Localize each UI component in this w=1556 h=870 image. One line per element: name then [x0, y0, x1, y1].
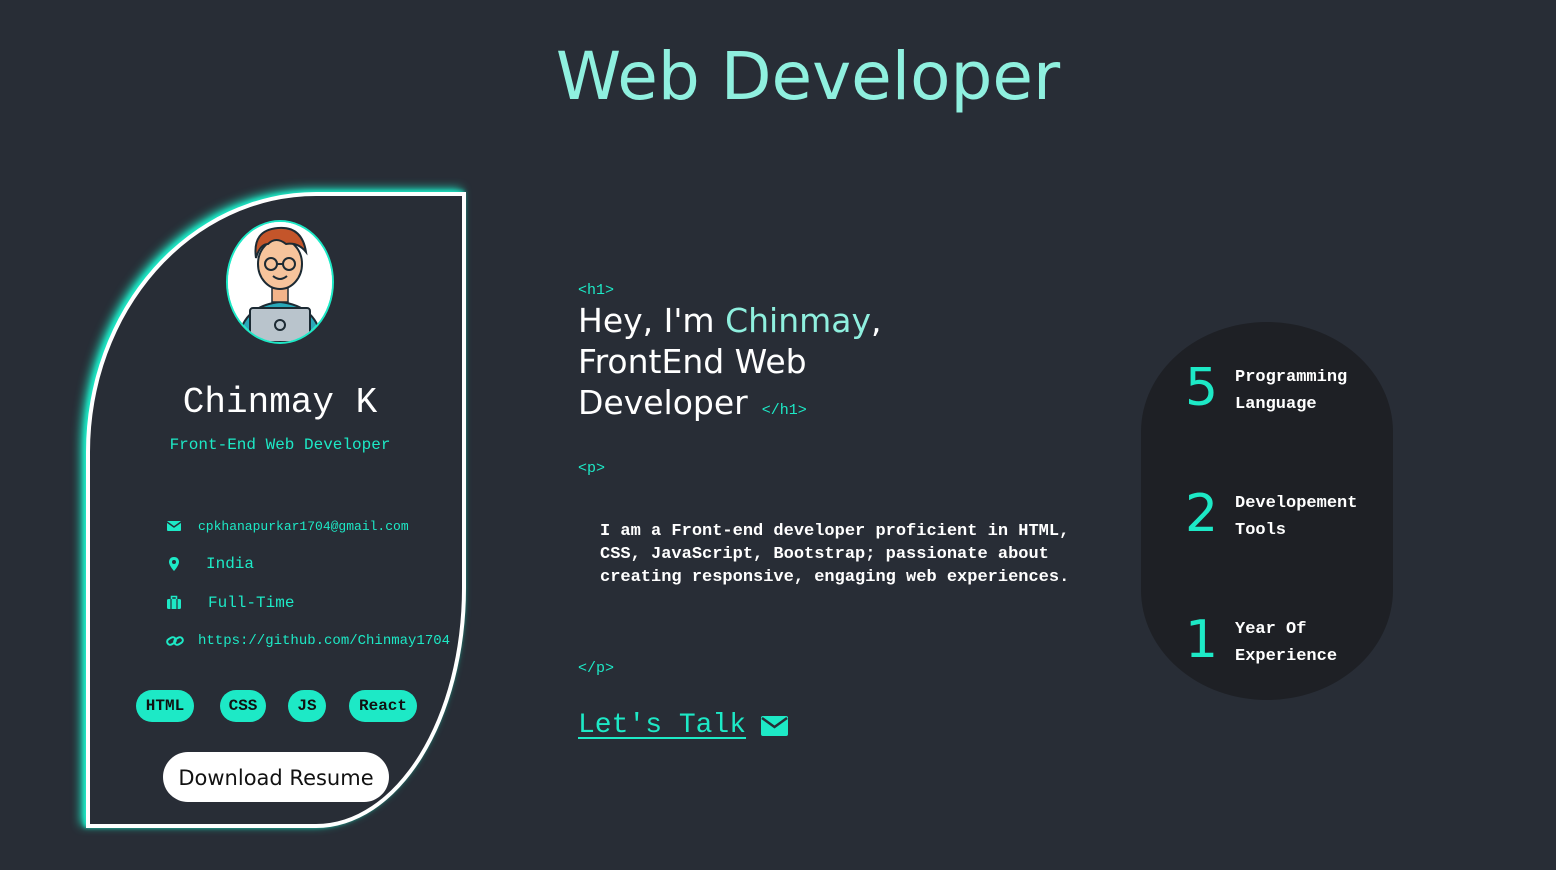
job-type-text: Full-Time: [208, 594, 295, 612]
stat-value: 2: [1185, 484, 1219, 544]
hero-line-3: Developer: [578, 383, 748, 422]
skill-badge-js: JS: [288, 690, 326, 722]
hero-line-2: FrontEnd Web: [578, 342, 807, 381]
hero-greeting: Hey, I'm: [578, 301, 726, 340]
stats-panel: 5 Programming Language 2 Developement To…: [1141, 322, 1393, 700]
hero-heading: Hey, I'm Chinmay, FrontEnd Web Developer…: [578, 300, 998, 431]
stat-label: Programming: [1235, 368, 1348, 387]
hero-name: Chinmay: [725, 301, 872, 340]
envelope-icon: [166, 518, 182, 534]
lets-talk-link[interactable]: Let's Talk: [578, 710, 789, 741]
hero-comma: ,: [871, 301, 882, 340]
hero-paragraph: I am a Front-end developer proficient in…: [600, 522, 1070, 587]
p-open-tag: <p>: [578, 460, 606, 477]
p-close-tag: </p>: [578, 660, 615, 677]
skill-badge-html: HTML: [136, 690, 194, 722]
stat-label: Developement: [1235, 494, 1358, 513]
briefcase-icon: [166, 595, 182, 611]
github-row[interactable]: https://github.com/Chinmay1704: [166, 631, 450, 651]
h1-close-tag: </h1>: [761, 402, 807, 419]
email-row[interactable]: cpkhanapurkar1704@gmail.com: [166, 516, 409, 536]
h1-open-tag: <h1>: [578, 282, 615, 299]
lets-talk-label[interactable]: Let's Talk: [578, 710, 746, 741]
skills-list: HTML CSS JS React: [136, 690, 426, 722]
page-title: Web Developer: [555, 38, 1061, 115]
github-link[interactable]: https://github.com/Chinmay1704: [198, 633, 450, 649]
stat-label: Tools: [1235, 521, 1287, 540]
email-text[interactable]: cpkhanapurkar1704@gmail.com: [198, 519, 409, 534]
profile-name: Chinmay K: [182, 382, 378, 423]
location-row: India: [166, 554, 254, 574]
mail-icon[interactable]: [760, 715, 789, 737]
stat-label: Experience: [1235, 647, 1338, 666]
skill-badge-css: CSS: [220, 690, 266, 722]
link-icon: [166, 633, 184, 649]
download-resume-button[interactable]: Download Resume: [163, 752, 389, 802]
stat-label: Year Of: [1235, 620, 1307, 639]
stat-value: 5: [1185, 358, 1219, 418]
avatar: [226, 220, 334, 344]
skill-badge-react: React: [349, 690, 417, 722]
stat-value: 1: [1185, 610, 1219, 670]
job-type-row: Full-Time: [166, 593, 294, 613]
profile-role: Front-End Web Developer: [169, 436, 391, 454]
map-pin-icon: [166, 556, 182, 572]
stat-label: Language: [1235, 395, 1317, 414]
profile-card: Chinmay K Front-End Web Developer cpkhan…: [86, 192, 466, 828]
location-text: India: [206, 555, 255, 573]
